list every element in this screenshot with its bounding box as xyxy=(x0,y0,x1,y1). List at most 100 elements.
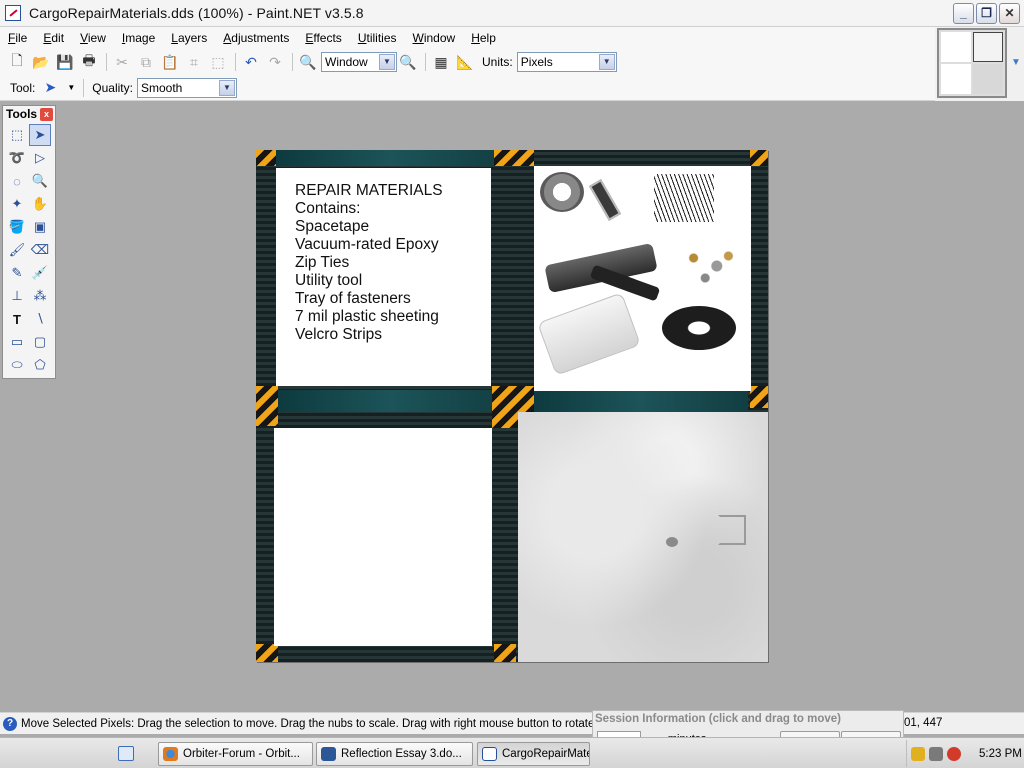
taskbar-item-reflection-essay[interactable]: Reflection Essay 3.do... xyxy=(316,742,473,766)
zoom-tool-icon[interactable]: 🔍 xyxy=(29,170,51,192)
menu-layers[interactable]: Layers xyxy=(163,31,215,45)
magic-wand-tool-icon[interactable]: ✦ xyxy=(6,193,28,215)
main-toolbar: 🗋 📂 💾 🖶 ✂ ⧉ 📋 ⌗ ⬚ ↶ ↷ 🔍 Window ▼ 🔍 ▦ 📐 U… xyxy=(0,49,935,75)
plastic-sheeting-image xyxy=(537,292,641,376)
antivirus-icon[interactable] xyxy=(947,746,961,761)
tool-dropdown-arrow[interactable]: ▼ xyxy=(67,83,75,92)
taskbar-item-label: CargoRepairMateri... xyxy=(502,748,590,760)
menu-file[interactable]: File xyxy=(0,31,35,45)
system-clock: 5:23 PM xyxy=(979,747,1022,760)
chevron-down-icon[interactable]: ▼ xyxy=(218,79,235,96)
rectangle-tool-icon[interactable]: ▭ xyxy=(6,331,28,353)
close-button[interactable]: ✕ xyxy=(999,3,1020,24)
image-canvas[interactable]: REPAIR MATERIALS Contains: Spacetape Vac… xyxy=(256,150,768,662)
taskbar-item-orbiter-forum[interactable]: Orbiter-Forum - Orbit... xyxy=(158,742,313,766)
move-selection-tool-icon[interactable]: ➤ xyxy=(39,77,61,99)
minimize-button[interactable]: _ xyxy=(953,3,974,24)
menu-edit[interactable]: Edit xyxy=(35,31,72,45)
session-title[interactable]: Session Information (click and drag to m… xyxy=(593,711,903,725)
open-file-icon[interactable]: 📂 xyxy=(30,51,52,73)
freeform-shape-tool-icon[interactable]: ⬠ xyxy=(29,354,51,376)
paintbrush-tool-icon[interactable]: 🖌 xyxy=(6,239,28,261)
grid-icon[interactable]: ▦ xyxy=(430,51,452,73)
pan-tool-icon[interactable]: ✋ xyxy=(29,193,51,215)
new-image-icon[interactable]: 🗋 xyxy=(6,51,28,73)
deselect-icon[interactable]: ⬚ xyxy=(207,51,229,73)
lasso-select-tool-icon[interactable]: ➰ xyxy=(6,147,28,169)
duct-tape-image xyxy=(540,172,584,212)
eraser-tool-icon[interactable]: ⌫ xyxy=(29,239,51,261)
chevron-down-icon[interactable]: ▼ xyxy=(379,54,395,70)
materials-list: REPAIR MATERIALS Contains: Spacetape Vac… xyxy=(295,182,443,344)
undo-icon[interactable]: ↶ xyxy=(240,51,262,73)
move-selection-tool-icon[interactable]: ▷ xyxy=(29,147,51,169)
materials-photo-panel xyxy=(534,166,751,391)
security-shield-icon[interactable] xyxy=(911,746,925,761)
cursor-coordinates: 01, 447 xyxy=(904,717,943,729)
toolbar-separator xyxy=(425,53,426,71)
image-thumbnail[interactable] xyxy=(937,28,1007,98)
cut-icon[interactable]: ✂ xyxy=(111,51,133,73)
zoom-out-icon[interactable]: 🔍 xyxy=(297,51,319,73)
redo-icon[interactable]: ↷ xyxy=(264,51,286,73)
menu-image[interactable]: Image xyxy=(114,31,163,45)
quality-select[interactable]: Smooth ▼ xyxy=(136,77,237,98)
print-icon[interactable]: 🖶 xyxy=(78,51,100,73)
recolor-tool-icon[interactable]: ⁂ xyxy=(29,285,51,307)
paint-bucket-tool-icon[interactable]: 🪣 xyxy=(6,216,28,238)
texture-mark xyxy=(666,537,678,547)
hazard-stripe xyxy=(750,150,768,166)
rectangle-select-tool-icon[interactable]: ⬚ xyxy=(6,124,28,146)
zoom-in-icon[interactable]: 🔍 xyxy=(397,51,419,73)
line-curve-tool-icon[interactable]: ∖ xyxy=(29,308,51,330)
menu-view[interactable]: View xyxy=(72,31,114,45)
tool-label: Tool: xyxy=(10,80,36,95)
crop-icon[interactable]: ⌗ xyxy=(183,51,205,73)
firefox-icon xyxy=(163,747,178,761)
clone-stamp-tool-icon[interactable]: ⊥ xyxy=(6,285,28,307)
zoom-select[interactable]: Window ▼ xyxy=(321,52,397,72)
quality-label: Quality: xyxy=(92,80,133,95)
menu-adjustments[interactable]: Adjustments xyxy=(215,31,297,45)
restore-button[interactable]: ❐ xyxy=(976,3,997,24)
title-bar[interactable]: CargoRepairMaterials.dds (100%) - Paint.… xyxy=(0,0,1024,27)
material-item: Zip Ties xyxy=(295,254,350,271)
units-select[interactable]: Pixels ▼ xyxy=(516,52,617,72)
taskbar-item-paintnet[interactable]: CargoRepairMateri... xyxy=(477,742,590,766)
menu-effects[interactable]: Effects xyxy=(297,31,349,45)
tools-close-icon[interactable]: x xyxy=(40,107,53,121)
show-desktop-icon[interactable] xyxy=(118,746,134,761)
network-icon[interactable] xyxy=(929,746,943,761)
taskbar: Orbiter-Forum - Orbit... Reflection Essa… xyxy=(0,737,1024,768)
tool-options-toolbar: Tool: ➤ ▼ Quality: Smooth ▼ xyxy=(0,75,935,101)
copy-icon[interactable]: ⧉ xyxy=(135,51,157,73)
toolbar-separator xyxy=(106,53,107,71)
pencil-tool-icon[interactable]: ✎ xyxy=(6,262,28,284)
color-picker-tool-icon[interactable]: 💉 xyxy=(29,262,51,284)
units-select-value: Pixels xyxy=(520,55,553,69)
system-tray: 5:23 PM xyxy=(906,740,1024,767)
ellipse-tool-icon[interactable]: ⬭ xyxy=(6,354,28,376)
menu-help[interactable]: Help xyxy=(463,31,504,45)
move-selected-pixels-tool-icon[interactable]: ➤ xyxy=(29,124,51,146)
hazard-stripe xyxy=(494,150,534,166)
blank-panel xyxy=(274,428,492,646)
ruler-icon[interactable]: 📐 xyxy=(454,51,476,73)
gradient-tool-icon[interactable]: ▣ xyxy=(29,216,51,238)
paintnet-icon xyxy=(482,747,497,761)
chevron-down-icon[interactable]: ▼ xyxy=(598,54,615,70)
thumbnail-list-arrow-icon[interactable]: ▼ xyxy=(1011,57,1021,68)
menu-window[interactable]: Window xyxy=(405,31,464,45)
hazard-stripe xyxy=(750,386,768,408)
ellipse-select-tool-icon[interactable]: ◌ xyxy=(6,170,28,192)
menu-utilities[interactable]: Utilities xyxy=(350,31,405,45)
text-tool-icon[interactable]: T xyxy=(6,308,28,330)
rounded-rectangle-tool-icon[interactable]: ▢ xyxy=(29,331,51,353)
tools-window-header[interactable]: Tools x xyxy=(3,106,55,122)
save-icon[interactable]: 💾 xyxy=(54,51,76,73)
teal-band xyxy=(532,390,748,412)
paintnet-app-icon[interactable] xyxy=(5,5,21,21)
paste-icon[interactable]: 📋 xyxy=(159,51,181,73)
fasteners-image xyxy=(682,246,740,286)
thumbnail-quadrant xyxy=(941,32,971,62)
